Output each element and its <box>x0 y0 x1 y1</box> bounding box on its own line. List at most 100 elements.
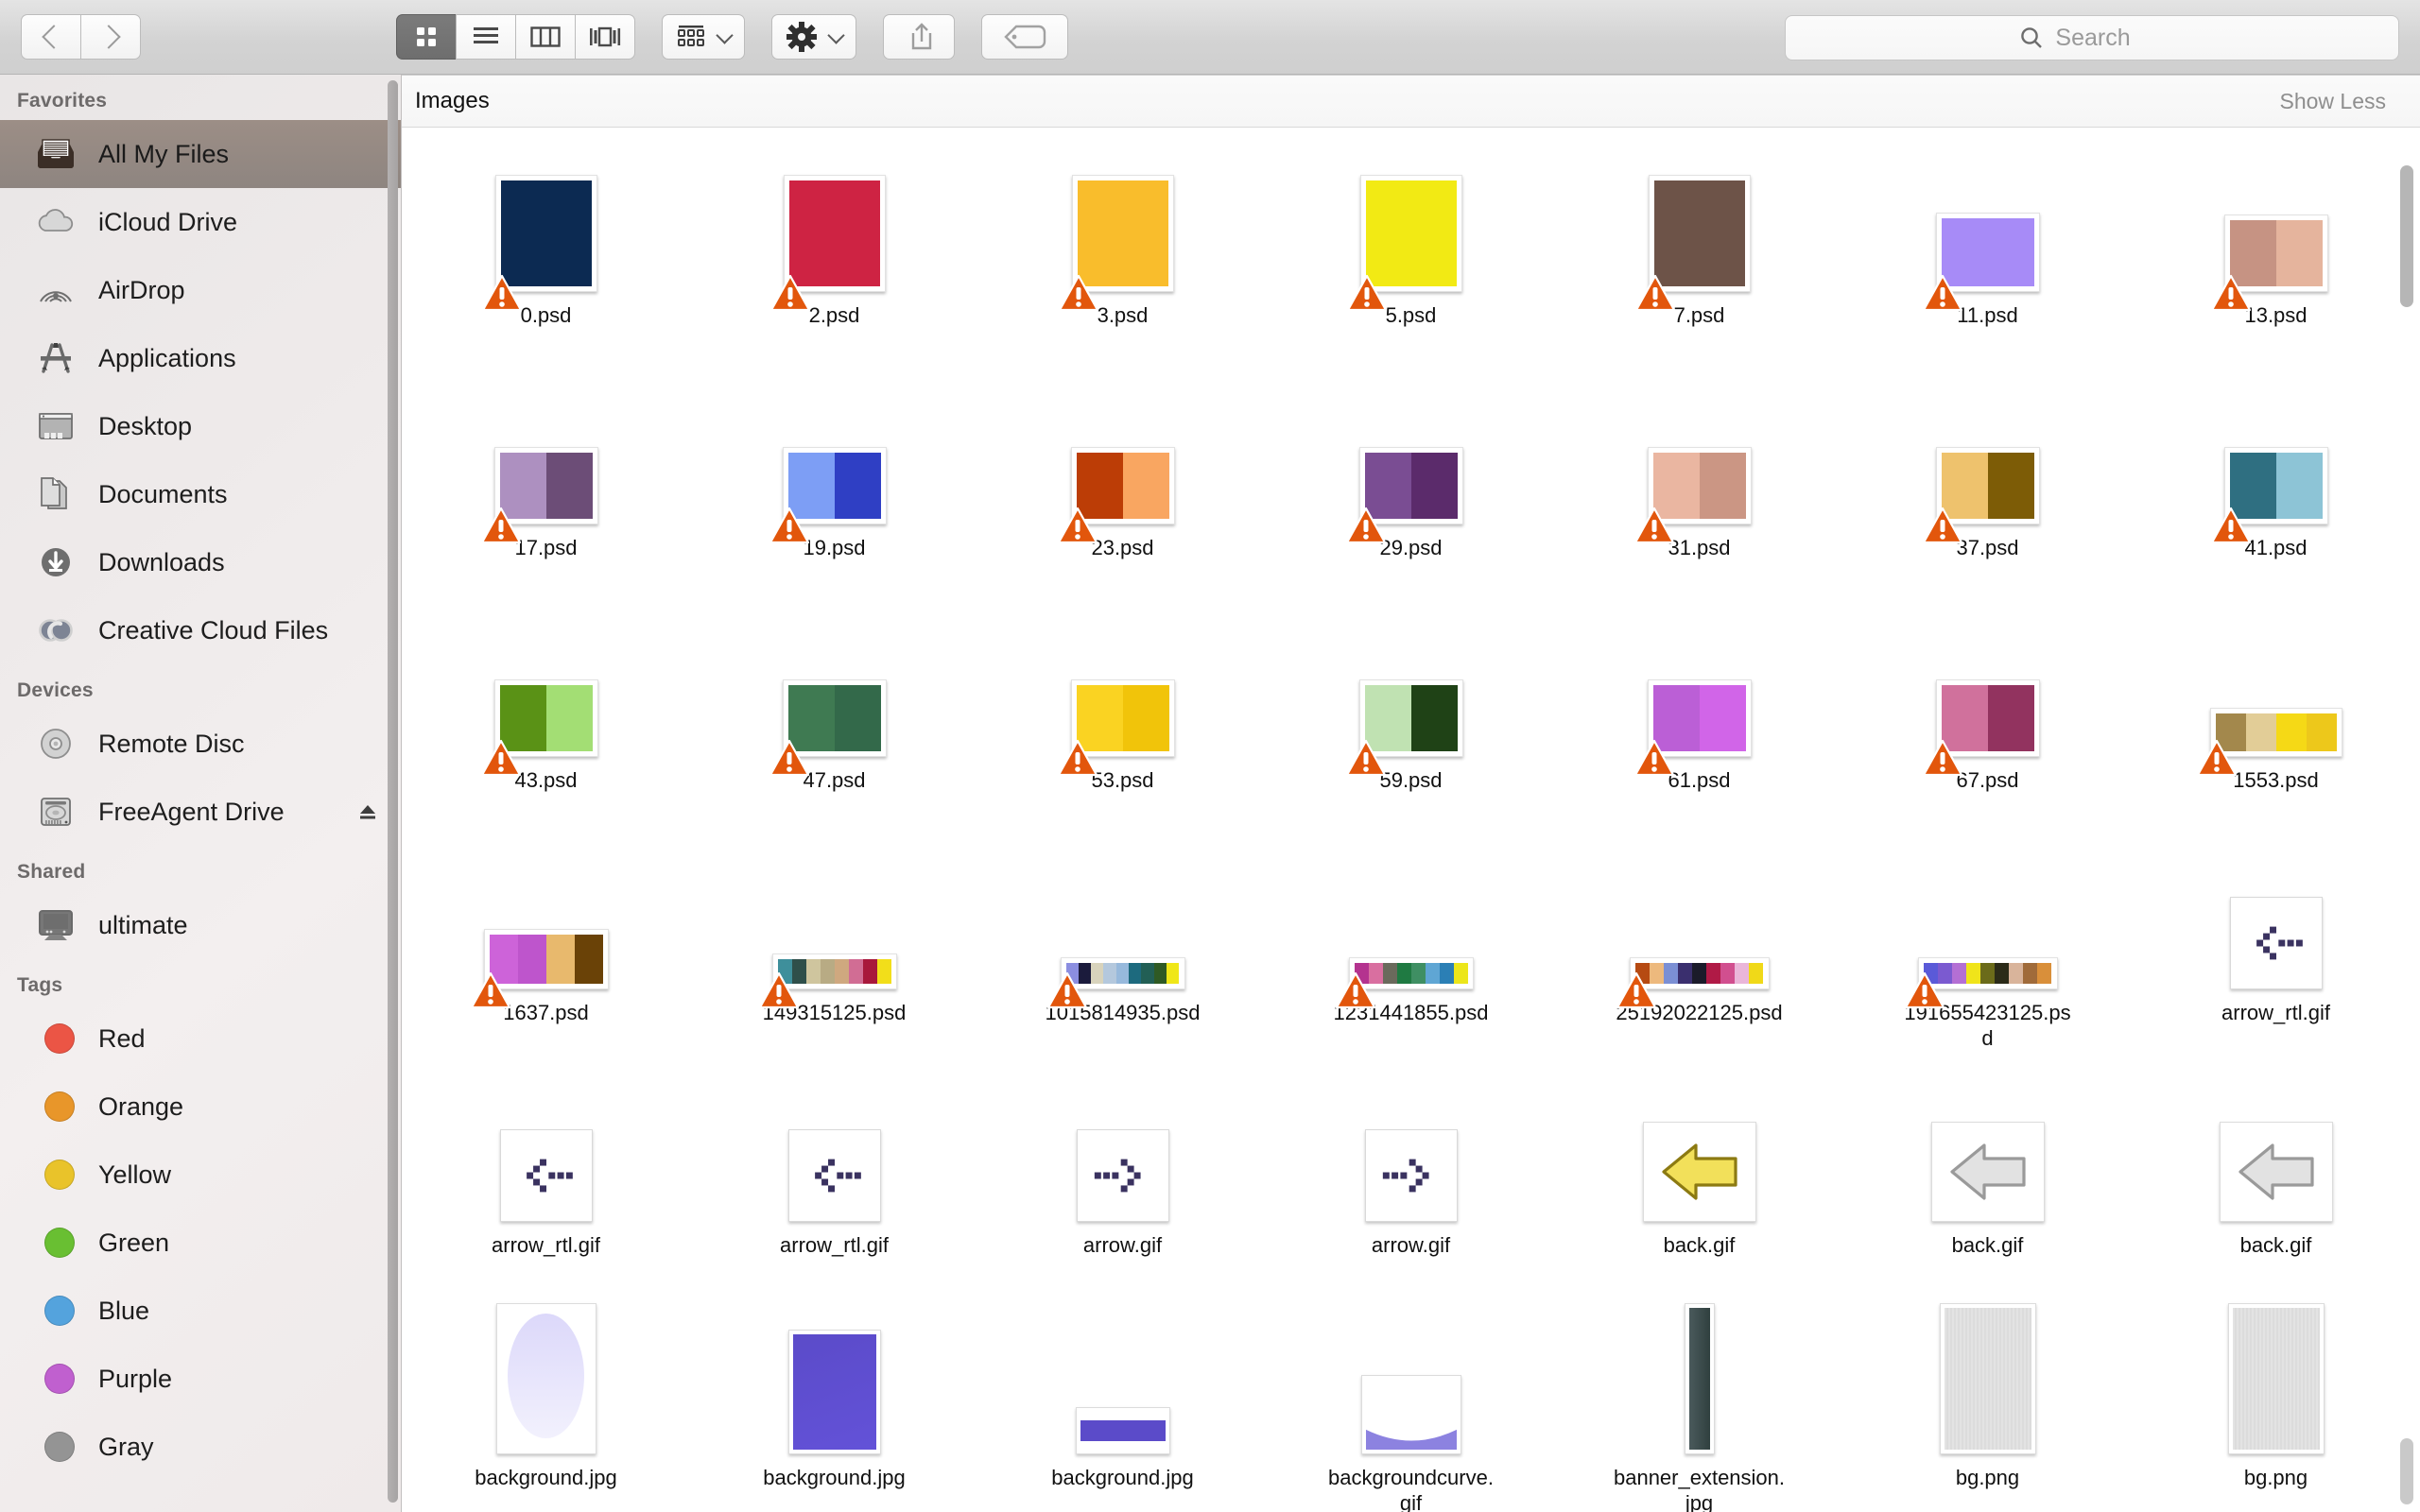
file-item[interactable]: 23.psd <box>978 373 1267 606</box>
file-item[interactable]: 0.psd <box>402 141 690 373</box>
sidebar-item-blue[interactable]: Blue <box>0 1277 401 1345</box>
file-thumbnail <box>1345 679 1463 777</box>
file-item[interactable]: back.gif <box>2132 1071 2420 1303</box>
arrange-by-button[interactable] <box>662 14 745 60</box>
sidebar-item-remote-disc[interactable]: Remote Disc <box>0 710 401 778</box>
sidebar-item-airdrop[interactable]: AirDrop <box>0 256 401 324</box>
file-item[interactable]: 37.psd <box>1843 373 2132 606</box>
sidebar-item-green[interactable]: Green <box>0 1209 401 1277</box>
file-item[interactable]: back.gif <box>1555 1071 1843 1303</box>
file-item[interactable]: 25192022125.psd <box>1555 838 1843 1071</box>
eject-icon[interactable] <box>357 801 378 822</box>
file-item[interactable]: 43.psd <box>402 606 690 838</box>
sidebar-item-purple[interactable]: Purple <box>0 1345 401 1413</box>
file-item[interactable]: 1637.psd <box>402 838 690 1071</box>
file-thumbnail-wrap <box>2210 150 2328 312</box>
sidebar-item-creative-cloud-files[interactable]: Creative Cloud Files <box>0 596 401 664</box>
file-name-label: 53.psd <box>1091 768 1154 792</box>
file-name-label: back.gif <box>1951 1233 2024 1257</box>
file-thumbnail-wrap <box>1904 848 2058 1009</box>
sidebar-item-applications[interactable]: Applications <box>0 324 401 392</box>
file-item[interactable]: 19.psd <box>690 373 978 606</box>
display-icon <box>34 903 78 947</box>
file-item[interactable]: 59.psd <box>1267 606 1555 838</box>
coverflow-view-button[interactable] <box>575 14 635 60</box>
file-item[interactable]: back.gif <box>1843 1071 2132 1303</box>
file-item[interactable]: 11.psd <box>1843 141 2132 373</box>
sidebar-item-orange[interactable]: Orange <box>0 1073 401 1141</box>
file-item[interactable]: 1553.psd <box>2132 606 2420 838</box>
column-view-button[interactable] <box>515 14 575 60</box>
sidebar-item-freeagent-drive[interactable]: FreeAgent Drive <box>0 778 401 846</box>
sidebar-item-yellow[interactable]: Yellow <box>0 1141 401 1209</box>
file-item[interactable]: 1231441855.psd <box>1267 838 1555 1071</box>
file-item[interactable]: 149315125.psd <box>690 838 978 1071</box>
file-item[interactable]: background.jpg <box>978 1303 1267 1512</box>
sidebar-item-red[interactable]: Red <box>0 1005 401 1073</box>
file-item[interactable]: 1015814935.psd <box>978 838 1267 1071</box>
back-button[interactable] <box>21 14 80 60</box>
file-item[interactable]: 17.psd <box>402 373 690 606</box>
sidebar-item-gray[interactable]: Gray <box>0 1413 401 1481</box>
sidebar-item-ultimate[interactable]: ultimate <box>0 891 401 959</box>
warning-badge-icon <box>758 971 799 1009</box>
file-thumbnail-wrap <box>1345 615 1463 777</box>
file-item[interactable]: background.jpg <box>690 1303 978 1512</box>
sidebar-item-documents[interactable]: Documents <box>0 460 401 528</box>
file-item[interactable]: 2.psd <box>690 141 978 373</box>
icon-view-button[interactable] <box>396 14 456 60</box>
file-item[interactable]: 31.psd <box>1555 373 1843 606</box>
file-thumbnail <box>769 175 886 312</box>
tag-dot-icon <box>34 1357 78 1400</box>
file-item[interactable]: arrow_rtl.gif <box>402 1071 690 1303</box>
forward-button[interactable] <box>80 14 141 60</box>
file-item[interactable]: 191655423125.psd <box>1843 838 2132 1071</box>
arrow-icon <box>1382 1159 1429 1193</box>
file-item[interactable]: arrow.gif <box>978 1071 1267 1303</box>
file-item[interactable]: bg.png <box>1843 1303 2132 1512</box>
file-item[interactable]: 29.psd <box>1267 373 1555 606</box>
sidebar-item-all-my-files[interactable]: All My Files <box>0 120 401 188</box>
file-item[interactable]: 53.psd <box>978 606 1267 838</box>
file-item[interactable]: arrow_rtl.gif <box>2132 838 2420 1071</box>
sidebar-scrollbar[interactable] <box>388 80 398 1503</box>
file-thumbnail <box>1346 175 1462 312</box>
file-item[interactable]: 7.psd <box>1555 141 1843 373</box>
file-item[interactable]: arrow.gif <box>1267 1071 1555 1303</box>
file-item[interactable]: 3.psd <box>978 141 1267 373</box>
tag-dot-icon <box>44 1160 75 1190</box>
file-item[interactable]: 13.psd <box>2132 141 2420 373</box>
file-item[interactable]: background.jpg <box>402 1303 690 1512</box>
list-view-button[interactable] <box>456 14 515 60</box>
sidebar-item-downloads[interactable]: Downloads <box>0 528 401 596</box>
content-scrollbar[interactable] <box>2400 165 2413 307</box>
tags-button[interactable] <box>981 14 1068 60</box>
file-thumbnail-wrap <box>1346 150 1462 312</box>
share-button[interactable] <box>883 14 955 60</box>
sidebar-item-desktop[interactable]: Desktop <box>0 392 401 460</box>
file-thumbnail <box>1930 1122 2045 1222</box>
file-item[interactable]: backgroundcurve.gif <box>1267 1303 1555 1512</box>
arrow-icon <box>814 1159 861 1193</box>
file-thumbnail-wrap <box>1922 150 2040 312</box>
file-thumbnail-wrap <box>481 150 597 312</box>
search-field[interactable]: Search <box>1785 15 2399 60</box>
color-swatch <box>1365 180 1457 286</box>
file-item[interactable]: banner_extension.jpg <box>1555 1303 1843 1512</box>
content-scrollbar-bottom[interactable] <box>2400 1438 2413 1504</box>
arrow-icon <box>526 1159 573 1193</box>
file-item[interactable]: 41.psd <box>2132 373 2420 606</box>
file-thumbnail-wrap <box>787 1080 881 1222</box>
file-thumbnail <box>769 447 887 544</box>
file-item[interactable]: 61.psd <box>1555 606 1843 838</box>
file-item[interactable]: 67.psd <box>1843 606 2132 838</box>
file-item[interactable]: arrow_rtl.gif <box>690 1071 978 1303</box>
sidebar-item-icloud-drive[interactable]: iCloud Drive <box>0 188 401 256</box>
file-thumbnail-wrap <box>1930 1080 2045 1222</box>
file-item[interactable]: 47.psd <box>690 606 978 838</box>
file-item[interactable]: 5.psd <box>1267 141 1555 373</box>
show-less-link[interactable]: Show Less <box>2279 89 2386 114</box>
warning-badge-icon <box>1616 971 1656 1009</box>
file-item[interactable]: bg.png <box>2132 1303 2420 1512</box>
action-menu-button[interactable] <box>771 14 856 60</box>
